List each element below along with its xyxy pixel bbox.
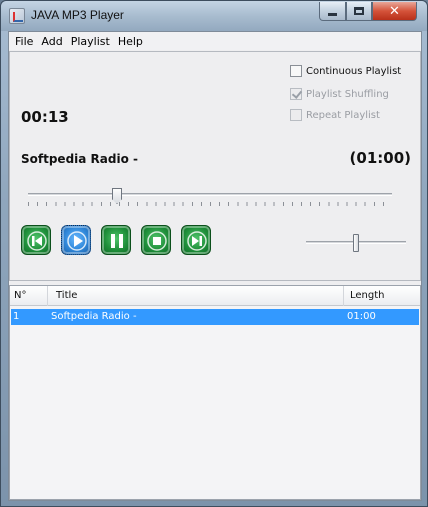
row-title: Softpedia Radio - — [51, 311, 137, 322]
minimize-icon — [328, 12, 337, 16]
row-number: 1 — [13, 311, 20, 322]
close-button[interactable]: ✕ — [372, 2, 417, 21]
volume-slider[interactable] — [306, 234, 406, 254]
minimize-button[interactable] — [319, 2, 346, 21]
menu-playlist[interactable]: Playlist — [68, 35, 113, 48]
column-header-title[interactable]: Title — [48, 286, 344, 306]
repeat-playlist-label: Repeat Playlist — [306, 109, 380, 121]
stop-button[interactable] — [141, 225, 171, 255]
next-button[interactable] — [181, 225, 211, 255]
column-header-length[interactable]: Length — [344, 286, 420, 306]
play-button[interactable] — [61, 225, 91, 255]
seek-slider[interactable] — [28, 188, 392, 210]
app-icon — [9, 8, 25, 24]
close-icon: ✕ — [389, 3, 400, 19]
pause-button[interactable] — [101, 225, 131, 255]
playlist-header: N° Title Length — [10, 286, 420, 306]
playlist-table: N° Title Length 1 Softpedia Radio - 01:0… — [9, 285, 421, 500]
playlist-shuffling-option[interactable]: Playlist Shuffling — [290, 88, 389, 100]
transport-controls — [21, 225, 221, 255]
menu-help[interactable]: Help — [115, 35, 146, 48]
maximize-button[interactable] — [346, 2, 372, 21]
row-length: 01:00 — [347, 311, 376, 322]
stop-icon — [147, 231, 167, 251]
next-icon — [187, 231, 207, 251]
window-frame: JAVA MP3 Player ✕ File Add Playlist Help… — [0, 0, 428, 507]
previous-icon — [27, 231, 47, 251]
window-title: JAVA MP3 Player — [31, 8, 124, 22]
title-bar[interactable]: JAVA MP3 Player ✕ — [1, 1, 427, 31]
seek-ticks — [28, 202, 392, 206]
menu-file[interactable]: File — [12, 35, 36, 48]
continuous-playlist-checkbox[interactable] — [290, 65, 302, 77]
continuous-playlist-option[interactable]: Continuous Playlist — [290, 65, 401, 77]
continuous-playlist-label: Continuous Playlist — [306, 65, 402, 77]
repeat-playlist-checkbox[interactable] — [290, 109, 302, 121]
now-playing-length: (01:00) — [349, 149, 411, 167]
now-playing-title: Softpedia Radio - — [21, 152, 138, 166]
table-row[interactable]: 1 Softpedia Radio - 01:00 — [11, 309, 419, 325]
previous-button[interactable] — [21, 225, 51, 255]
control-panel: Continuous Playlist Playlist Shuffling R… — [9, 51, 421, 281]
menu-add[interactable]: Add — [38, 35, 65, 48]
menu-bar: File Add Playlist Help — [9, 32, 421, 50]
playlist-shuffling-checkbox[interactable] — [290, 88, 302, 100]
repeat-playlist-option[interactable]: Repeat Playlist — [290, 109, 380, 121]
playlist-shuffling-label: Playlist Shuffling — [306, 88, 389, 100]
elapsed-time: 00:13 — [21, 108, 69, 126]
client-area: File Add Playlist Help Continuous Playli… — [8, 31, 422, 501]
play-icon — [67, 231, 87, 251]
volume-thumb[interactable] — [353, 234, 359, 252]
maximize-icon — [354, 7, 364, 15]
seek-track[interactable] — [28, 193, 392, 196]
pause-icon — [111, 234, 123, 248]
column-header-number[interactable]: N° — [10, 286, 48, 306]
